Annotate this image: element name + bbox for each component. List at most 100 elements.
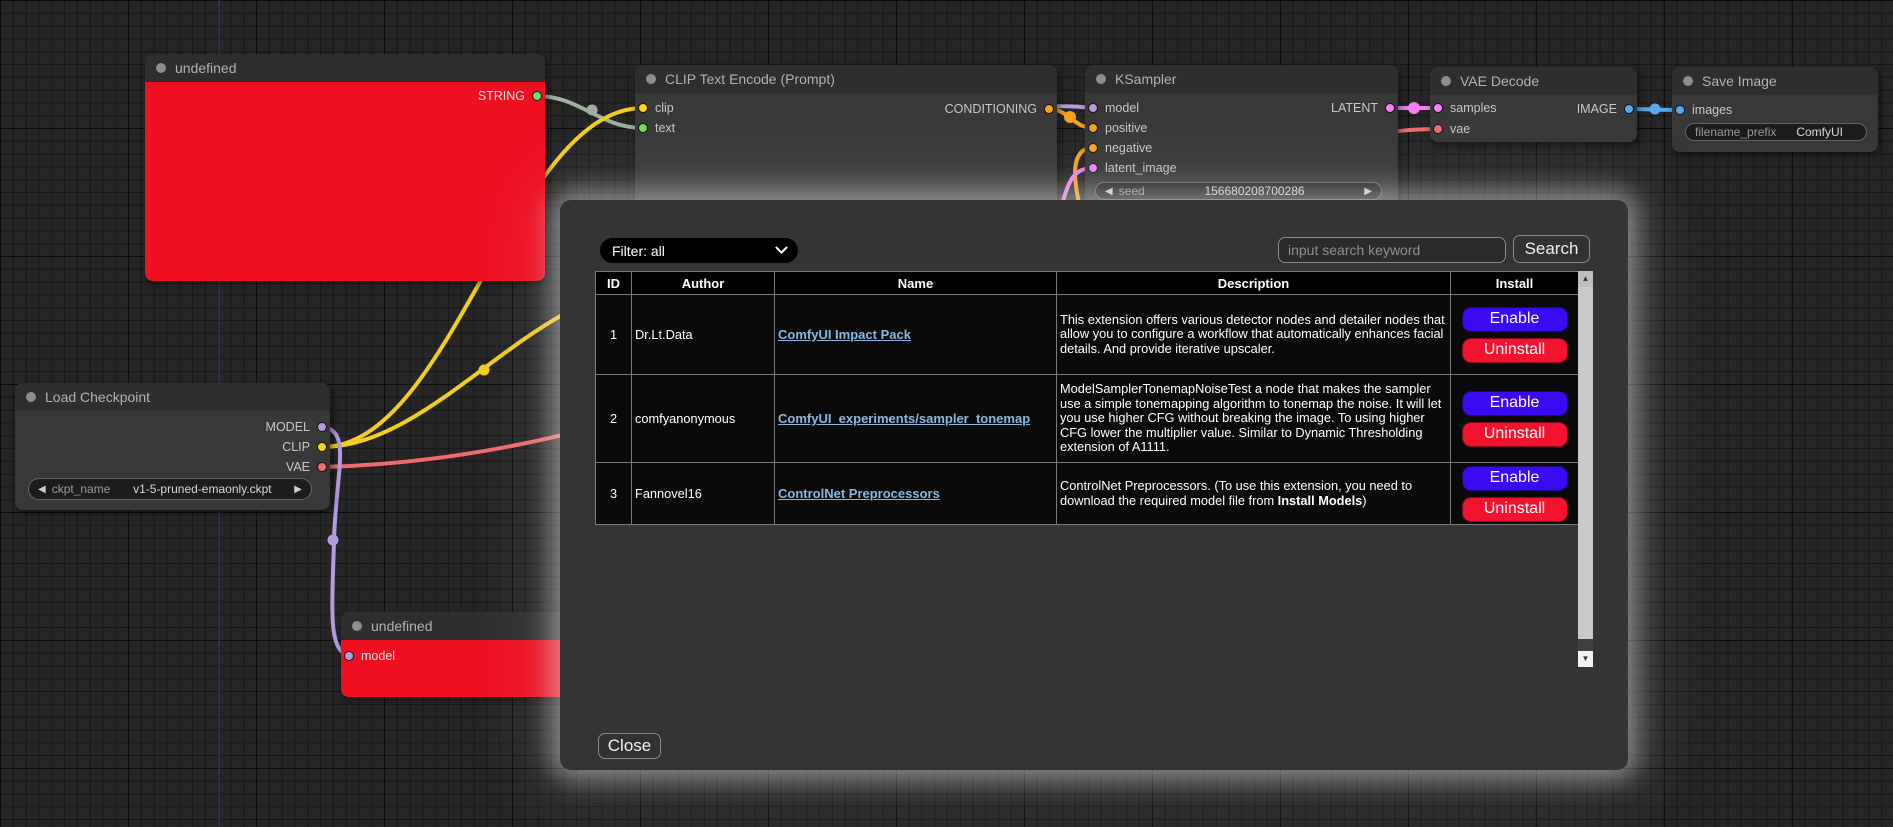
ckpt-name-widget[interactable]: ◀ ckpt_name v1-5-pruned-emaonly.ckpt ▶ [28, 478, 312, 500]
uninstall-button[interactable]: Uninstall [1462, 497, 1568, 522]
node-save-image[interactable]: Save Image images filename_prefix ComfyU… [1672, 67, 1878, 152]
node-title-text: undefined [371, 618, 433, 634]
link-midpoint-dot[interactable] [587, 105, 598, 116]
link-midpoint-dot[interactable] [1650, 104, 1661, 115]
node-collapse-dot-icon[interactable] [1096, 74, 1106, 84]
image-output-port[interactable] [1624, 104, 1634, 114]
increment-arrow-icon[interactable]: ▶ [1364, 186, 1372, 197]
latent-output-port[interactable] [1385, 103, 1395, 113]
input-slot-model: model [1088, 98, 1139, 118]
extension-link[interactable]: ComfyUI Impact Pack [778, 327, 911, 342]
node-title-text: KSampler [1115, 71, 1176, 87]
scroll-down-arrow-icon[interactable]: ▼ [1578, 651, 1593, 667]
cell-install: Enable Uninstall [1451, 295, 1579, 375]
enable-button[interactable]: Enable [1462, 391, 1568, 416]
seed-widget[interactable]: ◀ seed 156680208700286 ▶ [1095, 182, 1382, 200]
node-collapse-dot-icon[interactable] [156, 63, 166, 73]
scrollbar-thumb[interactable] [1578, 287, 1593, 639]
latent-image-input-port[interactable] [1088, 163, 1098, 173]
text-input-port[interactable] [638, 123, 648, 133]
node-ksampler[interactable]: KSampler model positive negative latent_… [1085, 65, 1398, 212]
node-title-bar[interactable]: KSampler [1085, 65, 1398, 93]
vae-input-port[interactable] [1433, 124, 1443, 134]
header-description: Description [1057, 272, 1451, 295]
model-output-port[interactable] [317, 422, 327, 432]
output-slot-string: STRING [478, 86, 542, 106]
search-input[interactable] [1278, 237, 1506, 263]
link-midpoint-dot[interactable] [328, 535, 339, 546]
link-midpoint-dot[interactable] [479, 365, 490, 376]
filter-select[interactable]: Filter: all [600, 238, 798, 263]
uninstall-button[interactable]: Uninstall [1462, 422, 1568, 447]
output-slot-model: MODEL [266, 417, 327, 437]
node-collapse-dot-icon[interactable] [646, 74, 656, 84]
custom-nodes-manager-dialog: Filter: all Search ID Author Name Descri… [560, 200, 1628, 770]
node-title-bar[interactable]: Save Image [1672, 67, 1878, 95]
node-vae-decode[interactable]: VAE Decode samples vae IMAGE [1430, 67, 1637, 142]
node-collapse-dot-icon[interactable] [352, 621, 362, 631]
widget-label: ckpt_name [52, 482, 111, 496]
vae-output-port[interactable] [317, 462, 327, 472]
negative-input-port[interactable] [1088, 143, 1098, 153]
table-header-row: ID Author Name Description Install [596, 272, 1579, 295]
cell-description: ControlNet Preprocessors. (To use this e… [1057, 463, 1451, 525]
input-slot-samples: samples [1433, 98, 1497, 118]
widget-label: filename_prefix [1695, 125, 1776, 139]
model-input-port[interactable] [1088, 103, 1098, 113]
clip-output-port[interactable] [317, 442, 327, 452]
cell-install: Enable Uninstall [1451, 463, 1579, 525]
extension-link[interactable]: ComfyUI_experiments/sampler_tonemap [778, 411, 1030, 426]
cell-description: ModelSamplerTonemapNoiseTest a node that… [1057, 375, 1451, 463]
decrement-arrow-icon[interactable]: ◀ [38, 484, 46, 495]
node-title-bar[interactable]: CLIP Text Encode (Prompt) [635, 65, 1057, 93]
table-row: 3 Fannovel16 ControlNet Preprocessors Co… [596, 463, 1579, 525]
input-slot-negative: negative [1088, 138, 1152, 158]
widget-value: ComfyUI [1782, 125, 1857, 139]
positive-input-port[interactable] [1088, 123, 1098, 133]
close-button[interactable]: Close [598, 733, 661, 759]
node-title-bar[interactable]: undefined [145, 54, 545, 82]
conditioning-output-port[interactable] [1044, 104, 1054, 114]
enable-button[interactable]: Enable [1462, 466, 1568, 491]
node-collapse-dot-icon[interactable] [1683, 76, 1693, 86]
extension-link[interactable]: ControlNet Preprocessors [778, 486, 940, 501]
header-install: Install [1451, 272, 1579, 295]
output-slot-latent: LATENT [1331, 98, 1395, 118]
cell-author: Dr.Lt.Data [632, 295, 775, 375]
node-undefined-top[interactable]: undefined STRING [145, 54, 545, 281]
input-slot-model: model [344, 646, 395, 666]
images-input-port[interactable] [1675, 105, 1685, 115]
string-output-port[interactable] [532, 91, 542, 101]
node-collapse-dot-icon[interactable] [1441, 76, 1451, 86]
scroll-up-arrow-icon[interactable]: ▲ [1578, 271, 1593, 287]
samples-input-port[interactable] [1433, 103, 1443, 113]
filename-prefix-widget[interactable]: filename_prefix ComfyUI [1685, 123, 1867, 141]
node-collapse-dot-icon[interactable] [26, 392, 36, 402]
table-row: 1 Dr.Lt.Data ComfyUI Impact Pack This ex… [596, 295, 1579, 375]
cell-install: Enable Uninstall [1451, 375, 1579, 463]
node-title-bar[interactable]: VAE Decode [1430, 67, 1637, 95]
model-input-port[interactable] [344, 651, 354, 661]
table-scrollbar[interactable]: ▲ ▼ [1578, 271, 1593, 667]
node-clip-text-encode[interactable]: CLIP Text Encode (Prompt) clip text COND… [635, 65, 1057, 212]
link-midpoint-dot[interactable] [1064, 111, 1076, 123]
filter-selected-value: Filter: all [612, 243, 665, 259]
search-button[interactable]: Search [1513, 235, 1590, 263]
widget-value: 156680208700286 [1151, 184, 1359, 198]
header-name: Name [775, 272, 1057, 295]
uninstall-button[interactable]: Uninstall [1462, 338, 1568, 363]
node-title-text: CLIP Text Encode (Prompt) [665, 71, 835, 87]
increment-arrow-icon[interactable]: ▶ [294, 484, 302, 495]
clip-input-port[interactable] [638, 103, 648, 113]
widget-label: seed [1119, 184, 1145, 198]
enable-button[interactable]: Enable [1462, 307, 1568, 332]
decrement-arrow-icon[interactable]: ◀ [1105, 186, 1113, 197]
output-slot-clip: CLIP [282, 437, 327, 457]
node-load-checkpoint[interactable]: Load Checkpoint MODEL CLIP VAE ◀ ckpt_na… [15, 383, 330, 510]
header-author: Author [632, 272, 775, 295]
node-title-bar[interactable]: Load Checkpoint [15, 383, 330, 411]
cell-id: 3 [596, 463, 632, 525]
link-midpoint-dot[interactable] [1408, 102, 1420, 114]
cell-id: 1 [596, 295, 632, 375]
table-row: 2 comfyanonymous ComfyUI_experiments/sam… [596, 375, 1579, 463]
